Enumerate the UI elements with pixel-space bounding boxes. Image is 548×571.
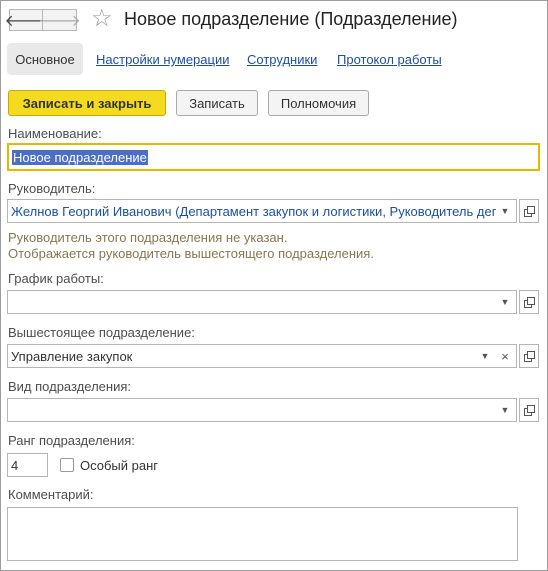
type-label: Вид подразделения: [8,379,131,394]
head-field-value: Желнов Георгий Иванович (Департамент зак… [11,204,496,219]
head-hint-line2: Отображается руководитель вышестоящего п… [8,246,374,261]
head-hint-line1: Руководитель этого подразделения не указ… [8,230,288,245]
name-label: Наименование: [8,126,102,141]
permissions-button[interactable]: Полномочия [268,90,369,116]
type-open-button[interactable] [519,398,539,422]
parent-field[interactable]: Управление закупок ▼ × [7,344,517,368]
rank-field-value: 4 [11,458,19,473]
comment-textarea[interactable] [7,507,518,561]
schedule-label: График работы: [8,271,104,286]
window: 🡐 🡒 ☆ Новое подразделение (Подразделение… [0,0,548,571]
save-button[interactable]: Записать [176,90,258,116]
tab-main[interactable]: Основное [7,43,83,75]
tab-employees[interactable]: Сотрудники [247,52,317,67]
type-field[interactable]: ▼ [7,398,517,422]
open-window-icon [523,205,535,217]
clear-icon[interactable]: × [496,345,514,367]
chevron-down-icon[interactable]: ▼ [476,345,494,367]
head-field[interactable]: Желнов Георгий Иванович (Департамент зак… [7,199,517,223]
comment-label: Комментарий: [8,487,94,502]
schedule-field[interactable]: ▼ [7,290,517,314]
head-label: Руководитель: [8,181,96,196]
parent-label: Вышестоящее подразделение: [8,325,195,340]
open-window-icon [523,296,535,308]
chevron-down-icon[interactable]: ▼ [496,399,514,421]
head-open-button[interactable] [519,199,539,223]
special-rank-label: Особый ранг [80,458,159,473]
arrow-right-icon: 🡒 [38,12,81,30]
tab-work-log[interactable]: Протокол работы [337,52,442,67]
tab-main-label: Основное [15,51,75,67]
special-rank-checkbox[interactable] [60,458,74,472]
save-and-close-button[interactable]: Записать и закрыть [8,90,166,116]
star-outline-icon[interactable]: ☆ [91,4,113,33]
name-field[interactable]: Новое подразделение [7,143,540,171]
tab-numbering-settings[interactable]: Настройки нумерации [96,52,230,67]
schedule-open-button[interactable] [519,290,539,314]
page-title: Новое подразделение (Подразделение) [124,9,458,29]
parent-open-button[interactable] [519,344,539,368]
name-field-value: Новое подразделение [12,150,148,165]
parent-field-value: Управление закупок [11,349,133,364]
open-window-icon [523,350,535,362]
open-window-icon [523,404,535,416]
forward-button[interactable]: 🡒 [38,9,81,31]
chevron-down-icon[interactable]: ▼ [496,291,514,313]
chevron-down-icon[interactable]: ▼ [496,200,514,222]
rank-label: Ранг подразделения: [8,433,135,448]
rank-field[interactable]: 4 [7,453,48,477]
